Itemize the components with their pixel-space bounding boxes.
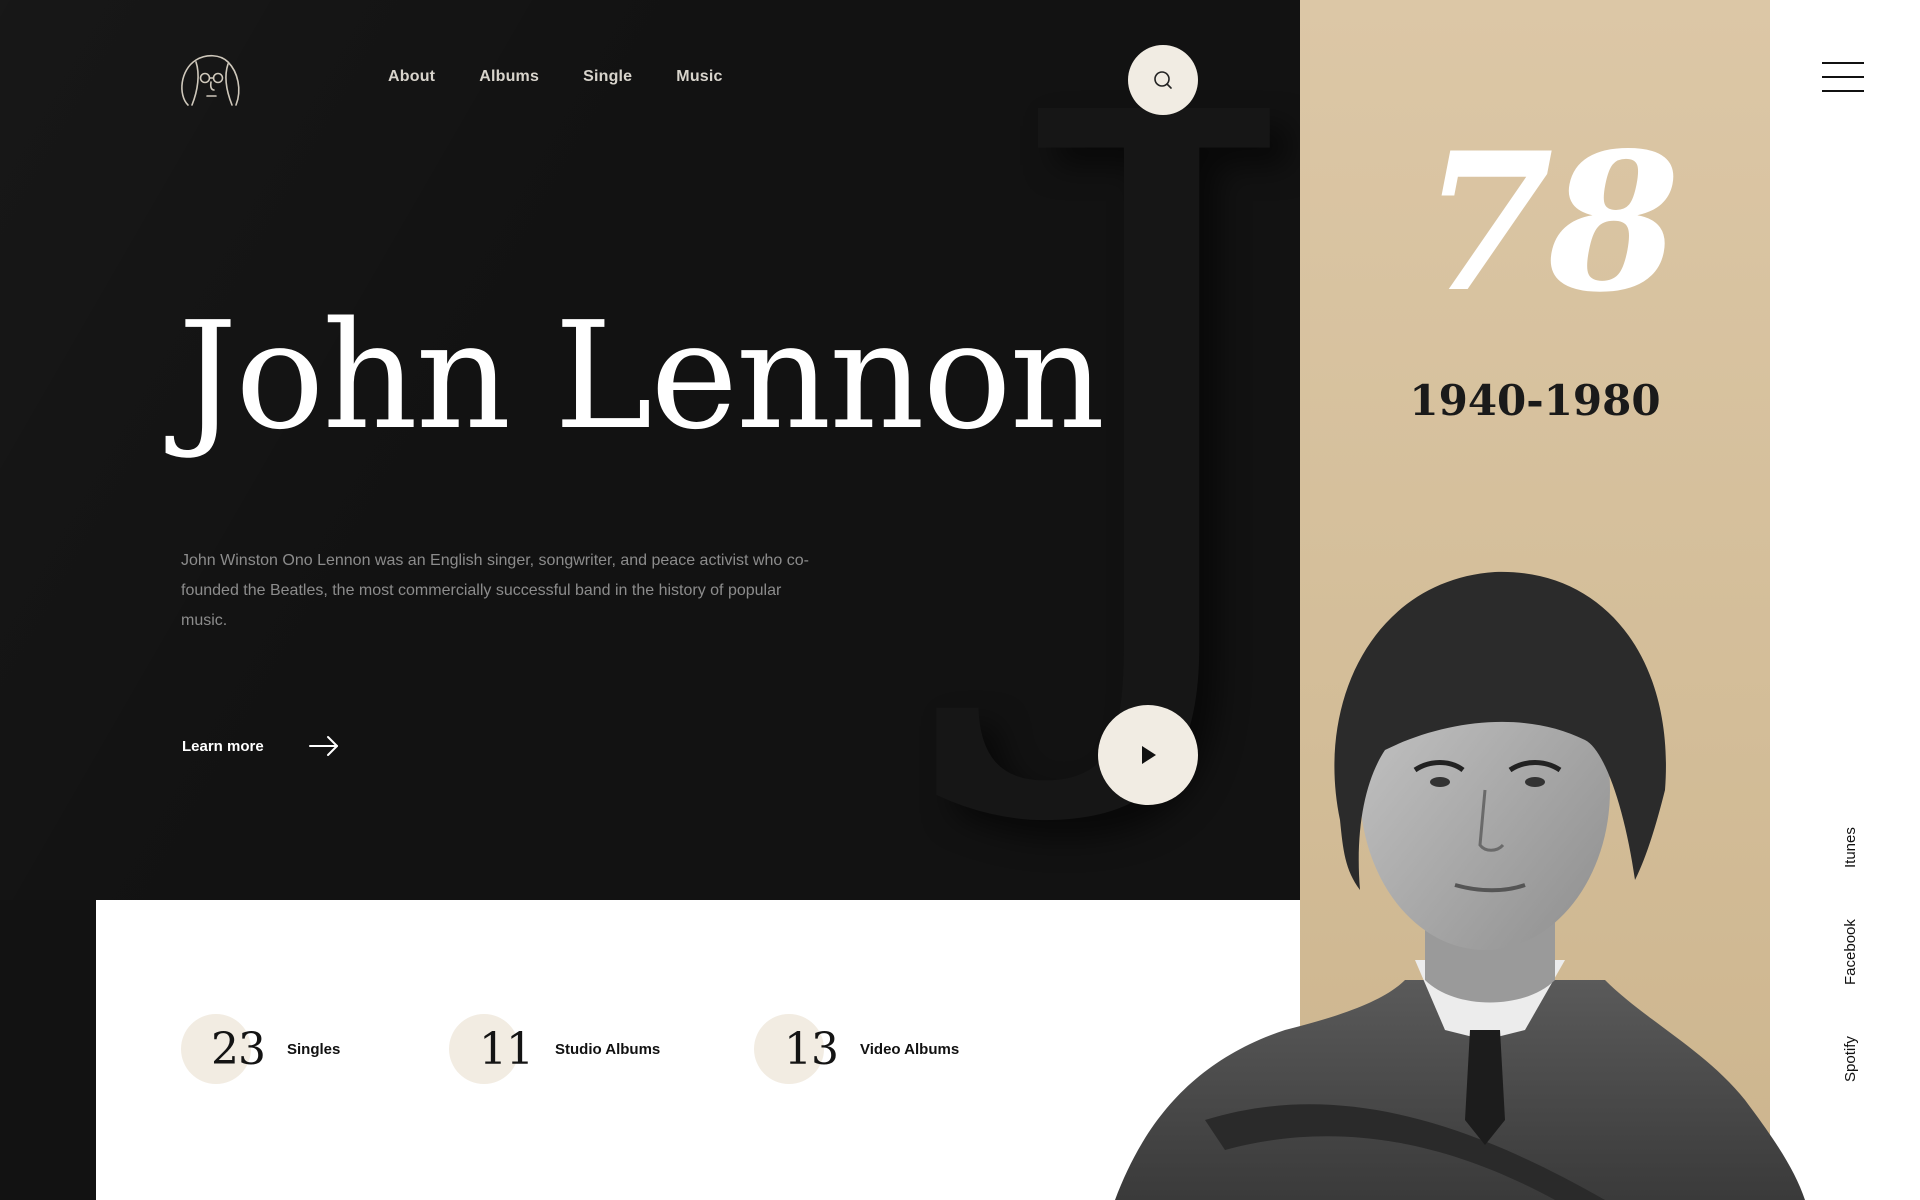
social-itunes[interactable]: Itunes: [1842, 827, 1859, 868]
social-facebook[interactable]: Facebook: [1842, 919, 1859, 985]
stat-value: 23: [211, 1024, 266, 1075]
nav-single[interactable]: Single: [583, 68, 632, 86]
learn-more-link[interactable]: Learn more: [182, 735, 340, 757]
hamburger-menu-button[interactable]: [1822, 62, 1864, 94]
john-lennon-portrait: [1115, 571, 1805, 1200]
stat-studio-albums: 11 Studio Albums: [449, 1014, 660, 1084]
nav-music[interactable]: Music: [676, 68, 722, 86]
nav-albums[interactable]: Albums: [479, 68, 539, 86]
stat-label: Studio Albums: [555, 1040, 661, 1058]
stat-circle: 11: [449, 1014, 534, 1084]
stat-value: 13: [784, 1024, 839, 1075]
menu-line: [1822, 90, 1864, 92]
social-spotify[interactable]: Spotify: [1842, 1036, 1859, 1082]
hero-title: John Lennon: [178, 290, 1105, 462]
stat-value: 11: [479, 1024, 534, 1075]
arrow-right-icon: [308, 736, 338, 756]
hero-description: John Winston Ono Lennon was an English s…: [181, 552, 809, 629]
search-icon: [1154, 71, 1172, 89]
nav-about[interactable]: About: [388, 68, 435, 86]
lennon-logo-icon[interactable]: [176, 50, 246, 110]
stat-label: Video Albums: [860, 1040, 960, 1058]
stat-singles: 23 Singles: [181, 1014, 340, 1084]
stat-video-albums: 13 Video Albums: [754, 1014, 959, 1084]
menu-line: [1822, 62, 1864, 64]
life-years: 1940-1980: [1409, 376, 1661, 425]
learn-more-label: Learn more: [182, 737, 264, 755]
menu-line: [1822, 76, 1864, 78]
main-nav: About Albums Single Music: [388, 68, 767, 86]
search-button[interactable]: [1128, 45, 1198, 115]
age-number: 78: [1421, 111, 1680, 334]
stat-circle: 23: [181, 1014, 266, 1084]
stat-circle: 13: [754, 1014, 839, 1084]
stat-label: Singles: [287, 1040, 341, 1058]
